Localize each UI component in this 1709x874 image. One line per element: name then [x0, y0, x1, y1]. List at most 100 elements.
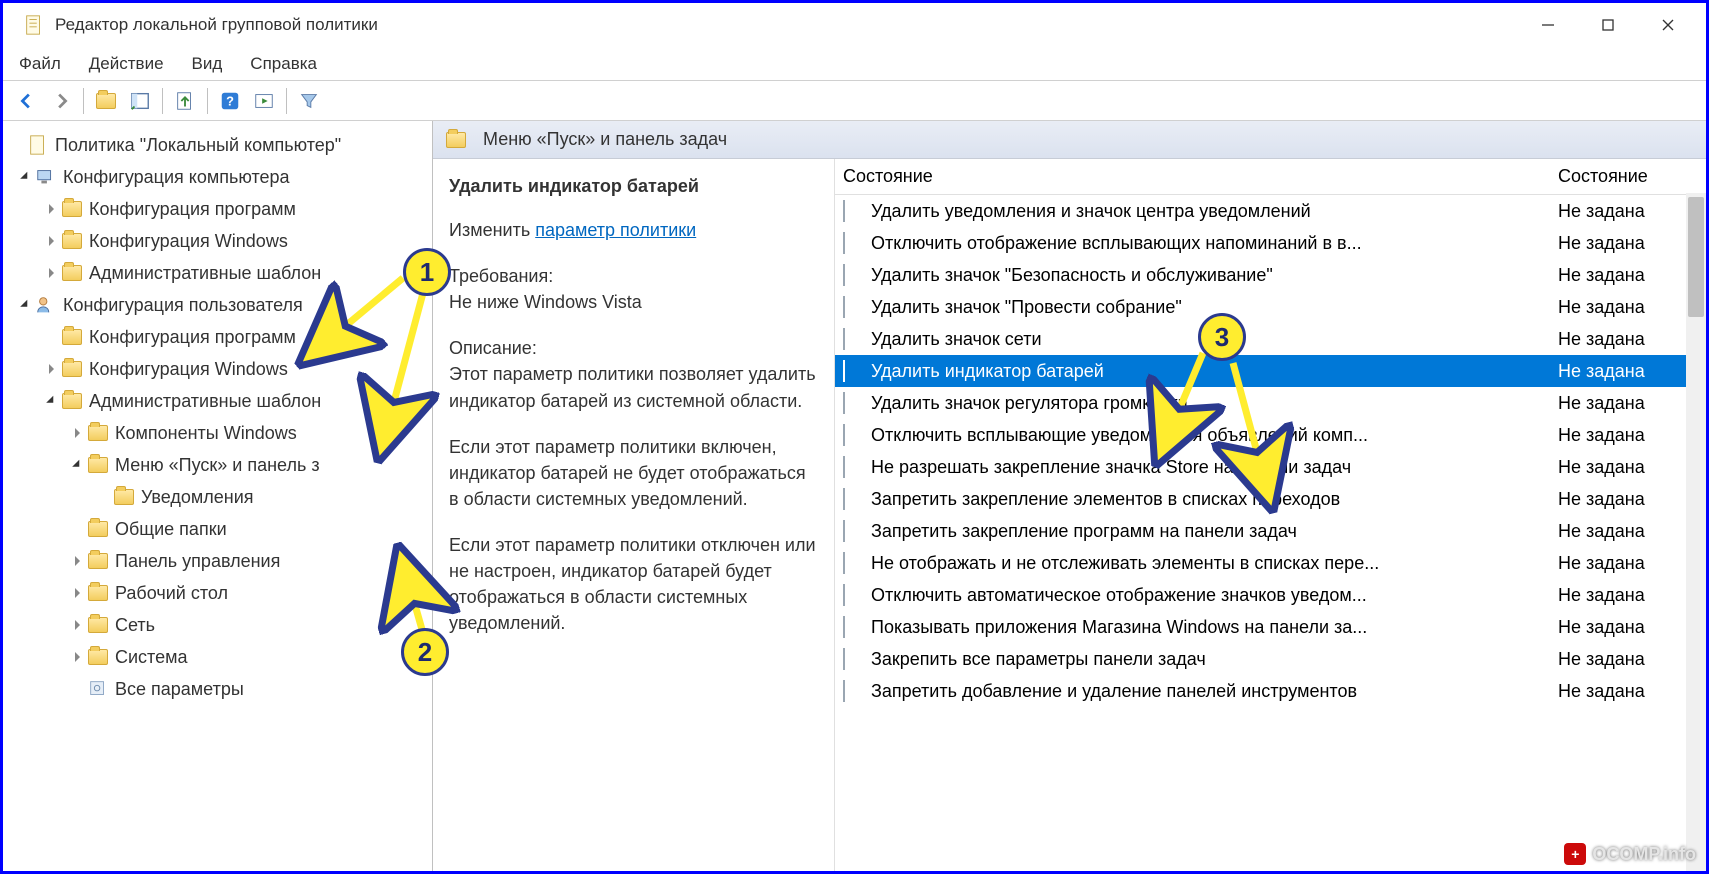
toolbar-filter-button[interactable] — [293, 85, 325, 117]
menu-view[interactable]: Вид — [192, 54, 223, 74]
tree-network[interactable]: Сеть — [9, 609, 426, 641]
policy-row[interactable]: Закрепить все параметры панели задачНе з… — [835, 643, 1706, 675]
folder-icon — [87, 614, 109, 636]
policy-item-icon — [843, 617, 863, 637]
policy-row-name: Отключить всплывающие уведомления объявл… — [871, 425, 1558, 446]
policy-item-icon — [843, 521, 863, 541]
user-icon — [35, 294, 57, 316]
minimize-button[interactable] — [1518, 5, 1578, 45]
tree-user-config[interactable]: Конфигурация пользователя — [9, 289, 426, 321]
policy-row[interactable]: Удалить значок "Провести собрание"Не зад… — [835, 291, 1706, 323]
policy-row-state: Не задана — [1558, 265, 1698, 286]
policy-item-icon — [843, 201, 863, 221]
toolbar-forward-button[interactable] — [45, 85, 77, 117]
policy-row[interactable]: Запретить добавление и удаление панелей … — [835, 675, 1706, 707]
folder-icon — [87, 422, 109, 444]
policy-row-name: Отключить отображение всплывающих напоми… — [871, 233, 1558, 254]
policy-row[interactable]: Удалить индикатор батарейНе задана — [835, 355, 1706, 387]
tree-start-menu[interactable]: Меню «Пуск» и панель з — [9, 449, 426, 481]
tree-desktop[interactable]: Рабочий стол — [9, 577, 426, 609]
folder-icon — [445, 129, 467, 151]
policy-row[interactable]: Не разрешать закрепление значка Store на… — [835, 451, 1706, 483]
policy-row-state: Не задана — [1558, 649, 1698, 670]
window-title: Редактор локальной групповой политики — [55, 15, 378, 35]
tree-shared-folders[interactable]: Общие папки — [9, 513, 426, 545]
policy-row-state: Не задана — [1558, 233, 1698, 254]
policy-root-icon — [27, 134, 49, 156]
toolbar-showtree-button[interactable] — [124, 85, 156, 117]
folder-icon — [61, 358, 83, 380]
policy-row-name: Запретить закрепление программ на панели… — [871, 521, 1558, 542]
policy-row[interactable]: Не отображать и не отслеживать элементы … — [835, 547, 1706, 579]
detail-column: Удалить индикатор батарей Изменить парам… — [433, 159, 835, 871]
policy-row[interactable]: Показывать приложения Магазина Windows н… — [835, 611, 1706, 643]
tree-computer-admin-templates[interactable]: Административные шаблон — [9, 257, 426, 289]
description-p3: Если этот параметр политики отключен или… — [449, 532, 818, 636]
toolbar-separator — [162, 88, 163, 114]
toolbar-up-button[interactable] — [90, 85, 122, 117]
policy-item-icon — [843, 393, 863, 413]
policy-item-icon — [843, 297, 863, 317]
column-state-header[interactable]: Состояние — [1558, 166, 1698, 187]
tree-user-admin-templates[interactable]: Административные шаблон — [9, 385, 426, 417]
folder-icon — [61, 262, 83, 284]
menu-help[interactable]: Справка — [250, 54, 317, 74]
folder-icon — [113, 486, 135, 508]
policy-row[interactable]: Запретить закрепление программ на панели… — [835, 515, 1706, 547]
computer-icon — [35, 166, 57, 188]
tree-root[interactable]: Политика "Локальный компьютер" — [9, 129, 426, 161]
vertical-scrollbar[interactable] — [1686, 193, 1706, 871]
tree-system[interactable]: Система — [9, 641, 426, 673]
policy-row[interactable]: Отключить автоматическое отображение зна… — [835, 579, 1706, 611]
watermark: + OCOMP.info — [1564, 843, 1696, 865]
window-controls — [1518, 5, 1698, 45]
description-p2: Если этот параметр политики включен, инд… — [449, 434, 818, 512]
policy-row-state: Не задана — [1558, 489, 1698, 510]
folder-icon — [87, 646, 109, 668]
policy-item-icon — [843, 425, 863, 445]
tree-notifications[interactable]: Уведомления — [9, 481, 426, 513]
toolbar-export-button[interactable] — [169, 85, 201, 117]
scrollbar-thumb[interactable] — [1688, 197, 1704, 317]
policy-row[interactable]: Удалить значок сетиНе задана — [835, 323, 1706, 355]
policy-row[interactable]: Удалить уведомления и значок центра увед… — [835, 195, 1706, 227]
toolbar-play-button[interactable] — [248, 85, 280, 117]
tree-control-panel[interactable]: Панель управления — [9, 545, 426, 577]
tree-user-software[interactable]: Конфигурация программ — [9, 321, 426, 353]
policy-row-state: Не задана — [1558, 585, 1698, 606]
menu-action[interactable]: Действие — [89, 54, 164, 74]
folder-icon — [61, 326, 83, 348]
policy-row[interactable]: Отключить всплывающие уведомления объявл… — [835, 419, 1706, 451]
description-p1: Этот параметр политики позволяет удалить… — [449, 364, 816, 410]
edit-policy-link[interactable]: параметр политики — [535, 220, 696, 240]
tree-all-settings[interactable]: Все параметры — [9, 673, 426, 705]
policy-row-name: Удалить индикатор батарей — [871, 361, 1558, 382]
tree-computer-config[interactable]: Конфигурация компьютера — [9, 161, 426, 193]
maximize-button[interactable] — [1578, 5, 1638, 45]
annotation-callout-1: 1 — [403, 248, 451, 296]
app-window: Редактор локальной групповой политики Фа… — [0, 0, 1709, 874]
policy-row[interactable]: Удалить значок регулятора громкостиНе за… — [835, 387, 1706, 419]
policy-row-name: Показывать приложения Магазина Windows н… — [871, 617, 1558, 638]
policy-row[interactable]: Удалить значок "Безопасность и обслужива… — [835, 259, 1706, 291]
tree-computer-windows[interactable]: Конфигурация Windows — [9, 225, 426, 257]
toolbar-help-button[interactable]: ? — [214, 85, 246, 117]
client-area: Политика "Локальный компьютер" Конфигура… — [3, 121, 1706, 871]
close-button[interactable] — [1638, 5, 1698, 45]
titlebar: Редактор локальной групповой политики — [3, 3, 1706, 47]
toolbar-back-button[interactable] — [11, 85, 43, 117]
tree-computer-software[interactable]: Конфигурация программ — [9, 193, 426, 225]
policy-item-icon — [843, 649, 863, 669]
tree-user-windows[interactable]: Конфигурация Windows — [9, 353, 426, 385]
policy-item-icon — [843, 265, 863, 285]
policy-row-state: Не задана — [1558, 297, 1698, 318]
policy-item-icon — [843, 329, 863, 349]
policy-item-icon — [843, 681, 863, 701]
policy-row[interactable]: Отключить отображение всплывающих напоми… — [835, 227, 1706, 259]
menu-file[interactable]: Файл — [19, 54, 61, 74]
policy-row-name: Удалить уведомления и значок центра увед… — [871, 201, 1558, 222]
column-name-header[interactable]: Состояние — [843, 166, 1558, 187]
tree-components-windows[interactable]: Компоненты Windows — [9, 417, 426, 449]
policy-row[interactable]: Запретить закрепление элементов в списка… — [835, 483, 1706, 515]
edit-label: Изменить — [449, 220, 530, 240]
